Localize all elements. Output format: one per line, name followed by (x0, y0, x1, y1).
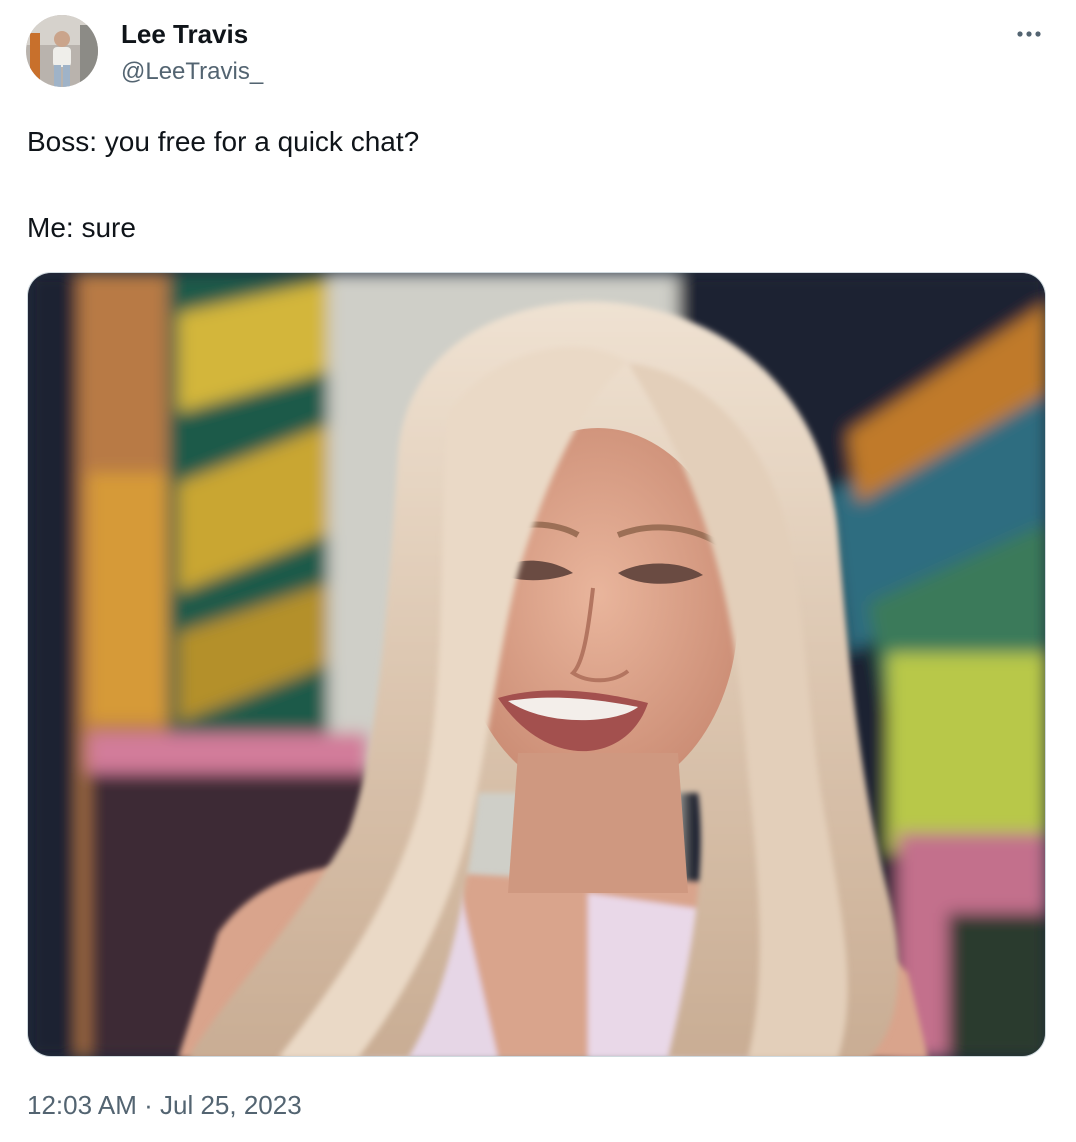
tweet-text: Boss: you free for a quick chat? Me: sur… (27, 120, 1037, 249)
tweet-time: 12:03 AM (27, 1090, 137, 1120)
meme-photo (28, 273, 1045, 1056)
user-handle[interactable]: @LeeTravis_ (121, 56, 263, 88)
timestamp-separator: · (144, 1090, 153, 1120)
author-block: Lee Travis @LeeTravis_ (121, 18, 263, 88)
tweet-line-1: Boss: you free for a quick chat? (27, 126, 420, 157)
avatar[interactable] (26, 15, 98, 87)
more-horizontal-icon (1017, 31, 1041, 37)
more-options-button[interactable] (1014, 22, 1046, 46)
tweet-media-image[interactable] (27, 272, 1046, 1057)
avatar-photo (26, 15, 98, 87)
display-name[interactable]: Lee Travis (121, 18, 263, 50)
tweet-date: Jul 25, 2023 (160, 1090, 302, 1120)
tweet-timestamp[interactable]: 12:03 AM · Jul 25, 2023 (27, 1088, 302, 1122)
tweet-line-2: Me: sure (27, 212, 136, 243)
tweet-card: Lee Travis @LeeTravis_ Boss: you free fo… (0, 0, 1076, 1142)
